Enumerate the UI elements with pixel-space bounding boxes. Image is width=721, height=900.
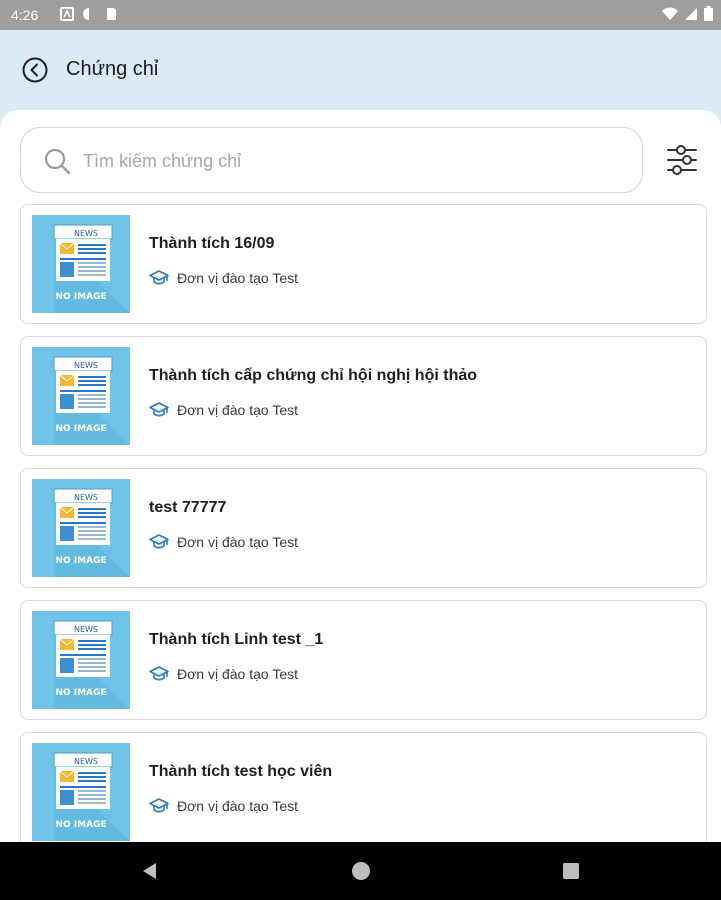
sd-card-icon (107, 8, 116, 20)
certificate-title: test 77777 (149, 499, 227, 516)
organization-name: Đơn vị đào tạo Test (177, 402, 298, 418)
certificate-title: Thành tích 16/09 (149, 235, 275, 252)
thumb-news-label: NEWS (74, 493, 98, 502)
thumb-news-label: NEWS (74, 229, 98, 238)
certificate-organization: Đơn vị đào tạo Test (149, 269, 298, 287)
thumb-no-image-label: NO IMAGE (55, 820, 106, 830)
certificate-card[interactable]: NEWS NO IMAGE test 77777 Đơn vị đào tạo … (20, 468, 707, 588)
status-notification-icons (60, 7, 118, 21)
organization-name: Đơn vị đào tạo Test (177, 666, 298, 682)
graduation-cap-icon (149, 270, 169, 285)
graduation-cap-icon (149, 798, 169, 813)
thumb-news-label: NEWS (74, 361, 98, 370)
thumb-no-image-label: NO IMAGE (55, 424, 106, 434)
news-placeholder-thumbnail: NEWS NO IMAGE (32, 743, 130, 841)
thumb-no-image-label: NO IMAGE (55, 688, 106, 698)
page-title: Chứng chỉ (66, 58, 159, 80)
signal-icon (685, 7, 697, 20)
certificate-title: Thành tích Linh test _1 (149, 631, 324, 648)
system-navigation-bar (0, 842, 721, 900)
certificate-card[interactable]: NEWS NO IMAGE Thành tích test học viên Đ… (20, 732, 707, 842)
news-placeholder-thumbnail: NEWS NO IMAGE (32, 611, 130, 709)
certificate-list: NEWS NO IMAGE Thành tích 16/09 Đơn vị đà… (20, 204, 707, 842)
notification-a-icon (60, 7, 74, 21)
content-sheet: NEWS NO IMAGE Thành tích 16/09 (0, 110, 721, 842)
organization-name: Đơn vị đào tạo Test (177, 270, 298, 286)
graduation-cap-icon (149, 666, 169, 681)
newspaper-icon: NEWS NO IMAGE (53, 620, 130, 709)
nav-back-icon[interactable] (139, 860, 161, 882)
status-bar: 4:26 (0, 0, 721, 30)
newspaper-icon: NEWS NO IMAGE (53, 224, 130, 313)
news-placeholder-thumbnail: NEWS NO IMAGE (32, 479, 130, 577)
wifi-icon (662, 7, 678, 20)
status-time: 4:26 (11, 7, 39, 23)
certificate-organization: Đơn vị đào tạo Test (149, 665, 298, 683)
thumb-news-label: NEWS (74, 757, 98, 766)
organization-name: Đơn vị đào tạo Test (177, 534, 298, 550)
newspaper-icon: NEWS NO IMAGE (53, 488, 130, 577)
certificate-organization: Đơn vị đào tạo Test (149, 401, 298, 419)
nav-recents-icon[interactable] (560, 860, 582, 882)
certificate-title: Thành tích test học viên (149, 763, 333, 780)
organization-name: Đơn vị đào tạo Test (177, 798, 298, 814)
news-placeholder-thumbnail: NEWS NO IMAGE (32, 215, 130, 313)
thumb-no-image-label: NO IMAGE (55, 292, 106, 302)
nav-home-icon[interactable] (350, 860, 372, 882)
certificate-organization: Đơn vị đào tạo Test (149, 797, 298, 815)
thumb-news-label: NEWS (74, 625, 98, 634)
status-system-icons (662, 6, 713, 21)
certificate-card[interactable]: NEWS NO IMAGE Thành tích 16/09 Đơn vị đà… (20, 204, 707, 324)
news-placeholder-thumbnail: NEWS NO IMAGE (32, 347, 130, 445)
thumb-no-image-label: NO IMAGE (55, 556, 106, 566)
search-input[interactable] (83, 144, 623, 178)
app-header: Chứng chỉ (0, 30, 721, 110)
battery-icon (704, 6, 713, 21)
search-box[interactable] (20, 127, 643, 193)
filter-sliders-icon[interactable] (666, 144, 698, 176)
notification-circle-icon (83, 8, 95, 20)
certificate-organization: Đơn vị đào tạo Test (149, 533, 298, 551)
newspaper-icon: NEWS NO IMAGE (53, 752, 130, 841)
back-arrow-icon[interactable] (22, 57, 48, 83)
certificate-card[interactable]: NEWS NO IMAGE Thành tích Linh test _1 Đơ… (20, 600, 707, 720)
graduation-cap-icon (149, 534, 169, 549)
search-icon (44, 148, 71, 175)
certificate-title: Thành tích cấp chứng chỉ hội nghị hội th… (149, 367, 478, 384)
newspaper-icon: NEWS NO IMAGE (53, 356, 130, 445)
graduation-cap-icon (149, 402, 169, 417)
certificate-card[interactable]: NEWS NO IMAGE Thành tích cấp chứng chỉ h… (20, 336, 707, 456)
